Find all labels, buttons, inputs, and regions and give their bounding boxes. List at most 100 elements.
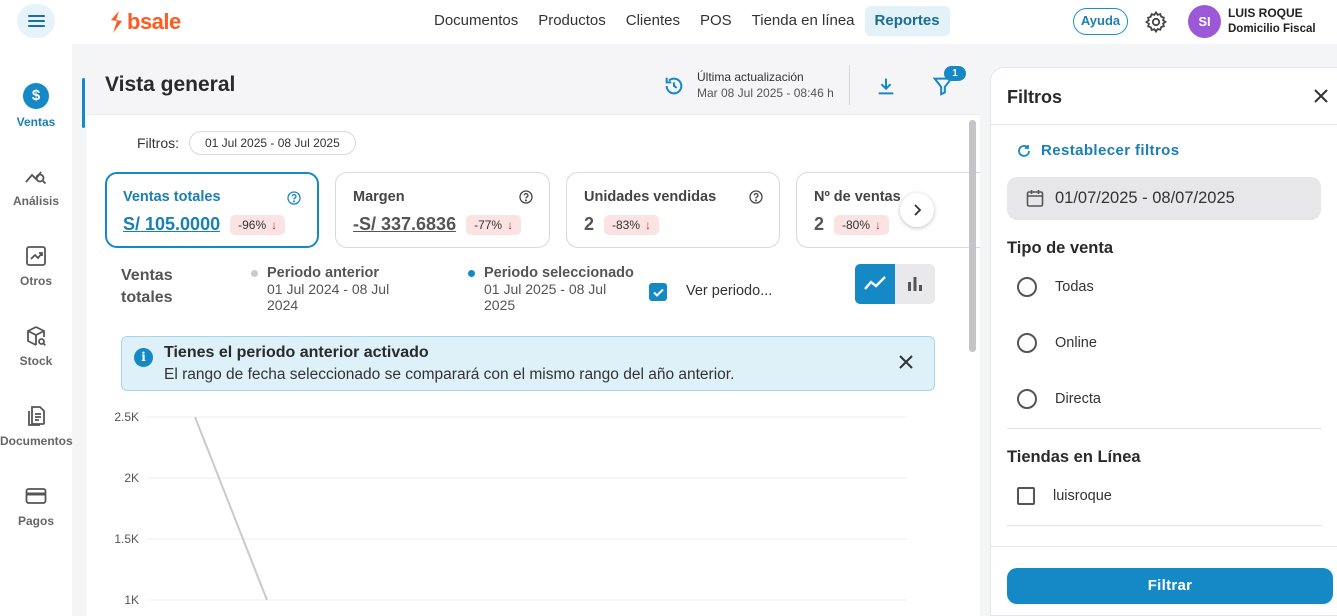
help-button[interactable]: Ayuda bbox=[1073, 8, 1128, 35]
compare-period-checkbox[interactable] bbox=[649, 283, 667, 301]
sales-line-chart: 2.5K 2K 1.5K 1K bbox=[114, 410, 907, 607]
filters-panel-header: Filtros bbox=[991, 68, 1337, 125]
radio-button[interactable] bbox=[1017, 277, 1037, 297]
radio-option-online[interactable]: Online bbox=[1017, 333, 1097, 353]
main-scrollbar[interactable] bbox=[967, 115, 978, 616]
nav-tienda-en-linea[interactable]: Tienda en línea bbox=[742, 6, 865, 36]
sidebar-item-label: Otros bbox=[19, 274, 52, 288]
kpi-value[interactable]: S/ 105.0000 bbox=[123, 214, 220, 235]
stores-title: Tiendas en Línea bbox=[1007, 448, 1141, 466]
kpi-delta-badge: -96% ↓ bbox=[230, 214, 286, 235]
brand-name: bsale bbox=[127, 9, 181, 34]
series-line-periodo-anterior[interactable] bbox=[194, 416, 268, 601]
kpi-unidades-vendidas[interactable]: Unidades vendidas 2 -83% ↓ bbox=[566, 172, 780, 248]
kpi-margen[interactable]: Margen -S/ 337.6836 -77% ↓ bbox=[335, 172, 550, 248]
chevron-right-icon bbox=[914, 204, 922, 216]
arrow-down-icon: ↓ bbox=[875, 217, 882, 232]
avatar[interactable]: SI bbox=[1188, 5, 1221, 38]
kpi-numero-ventas[interactable]: Nº de ventas 2 -80% ↓ bbox=[796, 172, 980, 248]
kpi-delta-value: -77% bbox=[474, 217, 503, 232]
kpi-value[interactable]: -S/ 337.6836 bbox=[353, 214, 456, 235]
help-circle-icon[interactable] bbox=[287, 191, 301, 205]
sidebar-item-label: Pagos bbox=[17, 514, 54, 528]
line-chart-view-button[interactable] bbox=[855, 264, 895, 304]
legend-range: 01 Jul 2024 - 08 Jul 2024 bbox=[267, 281, 390, 313]
date-range-field[interactable]: 01/07/2025 - 08/07/2025 bbox=[1007, 177, 1321, 220]
filters-label: Filtros: bbox=[137, 135, 179, 151]
kpi-title: Margen bbox=[353, 189, 405, 205]
filters-panel-footer: Filtrar bbox=[991, 546, 1337, 616]
nav-clientes[interactable]: Clientes bbox=[616, 6, 690, 36]
dollar-circle-icon: $ bbox=[23, 83, 49, 109]
kpi-title: Nº de ventas bbox=[814, 189, 901, 205]
kpi-value: 2 bbox=[584, 214, 595, 234]
bar-chart-view-button[interactable] bbox=[895, 264, 935, 304]
divider bbox=[1007, 428, 1322, 429]
radio-option-directa[interactable]: Directa bbox=[1017, 389, 1101, 409]
sidebar-item-analisis[interactable]: Análisis bbox=[0, 164, 72, 210]
close-icon[interactable] bbox=[897, 353, 915, 371]
sidebar-item-documentos[interactable]: Documentos bbox=[0, 404, 73, 450]
reset-icon bbox=[1018, 144, 1030, 157]
main-nav: Documentos Productos Clientes POS Tienda… bbox=[424, 6, 950, 36]
store-checkbox[interactable] bbox=[1017, 487, 1035, 505]
chart-legend-area: Ventas totales Periodo anterior 01 Jul 2… bbox=[121, 264, 941, 325]
user-info[interactable]: LUIS ROQUE Domicilio Fiscal bbox=[1228, 5, 1316, 37]
reset-filters-label: Restablecer filtros bbox=[1041, 142, 1180, 159]
nav-documentos[interactable]: Documentos bbox=[424, 6, 528, 36]
sidebar: $ Ventas Análisis Otros Stock Documentos… bbox=[0, 44, 73, 616]
sidebar-item-ventas[interactable]: $ Ventas bbox=[0, 83, 72, 131]
nav-pos[interactable]: POS bbox=[690, 6, 742, 36]
store-option-luisroque[interactable]: luisroque bbox=[1017, 487, 1112, 505]
download-icon[interactable] bbox=[875, 75, 897, 97]
chart-title: Ventas totales bbox=[121, 267, 173, 306]
date-range-chip[interactable]: 01 Jul 2025 - 08 Jul 2025 bbox=[189, 131, 356, 155]
y-tick-label: 1K bbox=[124, 593, 139, 607]
top-bar: bsale Documentos Productos Clientes POS … bbox=[0, 0, 1337, 44]
sidebar-item-pagos[interactable]: Pagos bbox=[0, 484, 72, 530]
legend-dot bbox=[468, 269, 475, 277]
y-tick-label: 2.5K bbox=[114, 410, 139, 424]
hamburger-icon bbox=[27, 15, 45, 27]
arrow-down-icon: ↓ bbox=[271, 217, 278, 232]
compare-period-label[interactable]: Ver periodo... bbox=[686, 283, 772, 299]
brand-logo[interactable]: bsale bbox=[108, 9, 181, 35]
main-panel: Vista general Última actualización Mar 0… bbox=[87, 51, 980, 616]
main-header: Vista general Última actualización Mar 0… bbox=[87, 51, 980, 115]
close-icon[interactable] bbox=[1312, 87, 1330, 105]
kpi-next-button[interactable] bbox=[900, 193, 934, 227]
scroll-thumb[interactable] bbox=[969, 120, 976, 352]
gear-icon[interactable] bbox=[1144, 10, 1168, 34]
divider bbox=[849, 65, 850, 105]
nav-productos[interactable]: Productos bbox=[528, 6, 616, 36]
legend-range: 01 Jul 2025 - 08 Jul 2025 bbox=[484, 281, 607, 313]
apply-filters-button[interactable]: Filtrar bbox=[1007, 568, 1333, 604]
last-update-value: Mar 08 Jul 2025 - 08:46 h bbox=[697, 86, 834, 100]
kpi-delta-badge: -77% ↓ bbox=[466, 214, 522, 235]
calendar-icon bbox=[1026, 190, 1044, 207]
sidebar-item-stock[interactable]: Stock bbox=[0, 324, 72, 370]
sidebar-item-label: Documentos bbox=[0, 434, 73, 448]
radio-option-todas[interactable]: Todas bbox=[1017, 277, 1094, 297]
help-circle-icon[interactable] bbox=[749, 190, 763, 204]
help-circle-icon[interactable] bbox=[519, 190, 533, 204]
info-icon: i bbox=[134, 348, 153, 367]
radio-button[interactable] bbox=[1017, 333, 1037, 353]
sidebar-item-label: Stock bbox=[19, 354, 53, 368]
active-filters: Filtros: 01 Jul 2025 - 08 Jul 2025 bbox=[137, 131, 356, 155]
menu-button[interactable] bbox=[17, 4, 55, 38]
legend-title: Periodo seleccionado bbox=[484, 265, 634, 281]
nav-reportes[interactable]: Reportes bbox=[864, 6, 950, 36]
legend-selected-period: Periodo seleccionado 01 Jul 2025 - 08 Ju… bbox=[468, 265, 634, 313]
active-indicator bbox=[82, 78, 85, 128]
reset-filters-button[interactable]: Restablecer filtros bbox=[1017, 142, 1179, 159]
refresh-icon[interactable] bbox=[663, 75, 685, 97]
user-name: LUIS ROQUE bbox=[1228, 6, 1303, 20]
radio-button[interactable] bbox=[1017, 389, 1037, 409]
kpi-ventas-totales[interactable]: Ventas totales S/ 105.0000 -96% ↓ bbox=[105, 172, 319, 248]
sidebar-item-otros[interactable]: Otros bbox=[0, 244, 72, 290]
alert-title: Tienes el periodo anterior activado bbox=[164, 344, 429, 361]
kpi-delta-value: -83% bbox=[612, 217, 641, 232]
card-icon bbox=[25, 488, 47, 504]
radio-label: Todas bbox=[1055, 279, 1094, 295]
